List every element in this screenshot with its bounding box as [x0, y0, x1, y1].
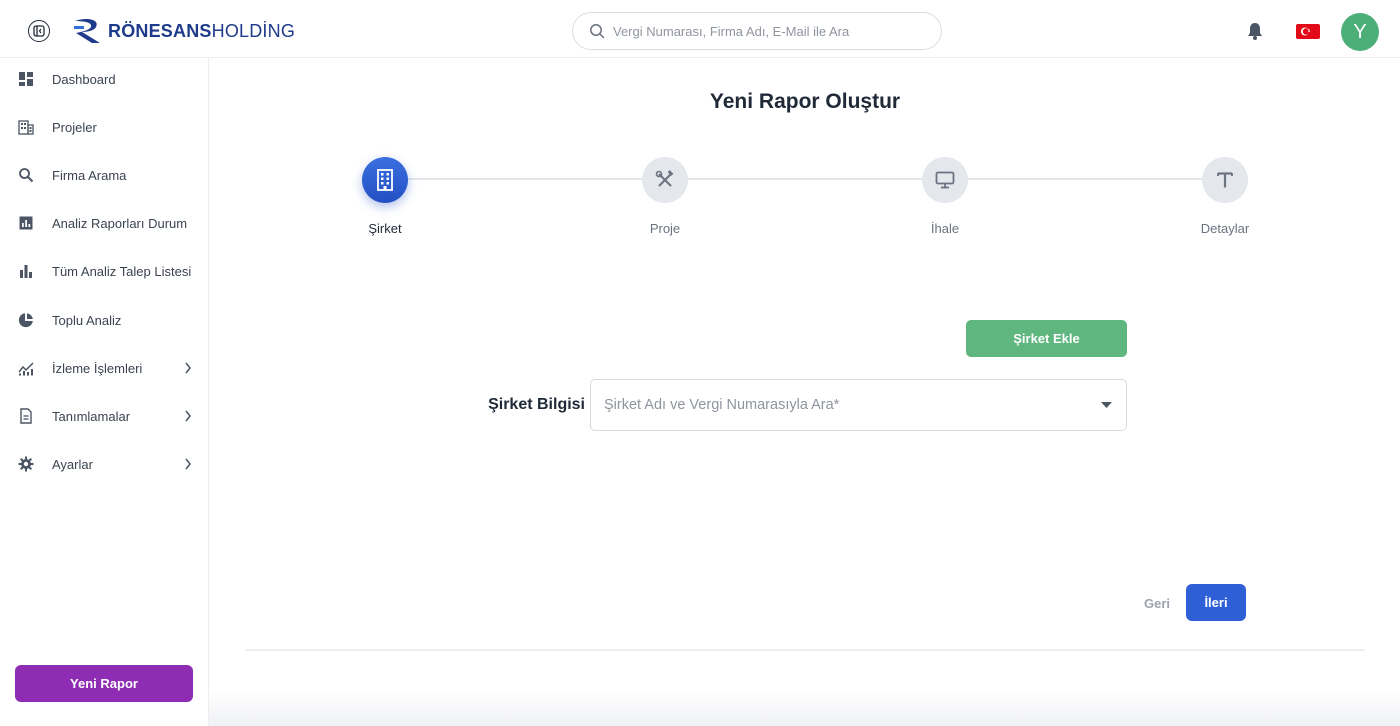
- notifications-button[interactable]: [1246, 21, 1264, 46]
- step-label-proje: Proje: [649, 221, 681, 236]
- search-icon: [590, 24, 605, 39]
- sidebar-item-toplu-analiz[interactable]: Toplu Analiz: [0, 300, 208, 340]
- sidebar-item-label: Tüm Analiz Talep Listesi: [52, 263, 192, 279]
- company-select-placeholder: Şirket Adı ve Vergi Numarasıyla Ara*: [604, 397, 840, 413]
- company-search-select[interactable]: Şirket Adı ve Vergi Numarasıyla Ara*: [590, 379, 1127, 431]
- document-icon: [20, 408, 32, 424]
- search-input[interactable]: [613, 23, 933, 39]
- search-icon: [19, 168, 34, 183]
- card-bottom-edge: [245, 649, 1365, 651]
- sidebar-item-label: Projeler: [52, 119, 97, 135]
- trend-chart-icon: [18, 362, 34, 376]
- step-label-ihale: İhale: [930, 221, 960, 236]
- sidebar-item-analiz-raporlari[interactable]: Analiz Raporları Durum: [0, 203, 208, 243]
- page-title: Yeni Rapor Oluştur: [709, 90, 901, 113]
- text-t-icon: [1217, 172, 1233, 188]
- new-report-button[interactable]: Yeni Rapor: [15, 665, 193, 702]
- next-button[interactable]: İleri: [1186, 584, 1246, 621]
- report-chart-icon: [19, 216, 33, 230]
- sidebar-item-izleme-islemleri[interactable]: İzleme İşlemleri: [0, 348, 208, 388]
- logo-mark-icon: [74, 19, 100, 43]
- sidebar-item-ayarlar[interactable]: Ayarlar: [0, 444, 208, 484]
- chevron-right-icon: [185, 362, 191, 374]
- step-detaylar[interactable]: [1202, 157, 1248, 203]
- sidebar-item-label: Dashboard: [52, 71, 116, 87]
- language-flag-button[interactable]: [1296, 24, 1320, 39]
- sidebar: Dashboard Projeler Firma Arama Analiz Ra…: [0, 58, 209, 726]
- step-proje[interactable]: [642, 157, 688, 203]
- turkey-flag-icon: [1301, 27, 1310, 36]
- step-label-detaylar: Detaylar: [1200, 221, 1250, 236]
- caret-down-icon: [1101, 402, 1112, 408]
- stepper-connector: [688, 178, 923, 180]
- top-header: RÖNESANSHOLDİNG Y: [0, 0, 1400, 58]
- sidebar-item-label: İzleme İşlemleri: [52, 360, 143, 376]
- dashboard-icon: [19, 72, 33, 86]
- global-search[interactable]: [572, 12, 942, 50]
- company-info-label: Şirket Bilgisi: [488, 396, 585, 413]
- back-button[interactable]: Geri: [1133, 588, 1181, 618]
- building-grid-icon: [18, 120, 34, 135]
- step-label-sirket: Şirket: [368, 221, 402, 236]
- building-icon: [377, 169, 393, 191]
- sidebar-item-label: Analiz Raporları Durum: [52, 215, 188, 231]
- step-ihale[interactable]: [922, 157, 968, 203]
- sidebar-item-dashboard[interactable]: Dashboard: [0, 59, 208, 99]
- chevron-right-icon: [185, 458, 191, 470]
- bell-icon: [1248, 23, 1262, 40]
- sidebar-collapse-button[interactable]: [28, 20, 50, 42]
- sidebar-item-label: Tanımlamalar: [52, 408, 131, 424]
- sidebar-item-tanimlamalar[interactable]: Tanımlamalar: [0, 396, 208, 436]
- tools-icon: [655, 170, 674, 187]
- sidebar-item-label: Ayarlar: [52, 456, 93, 472]
- sidebar-item-tum-analiz-talep[interactable]: Tüm Analiz Talep Listesi: [0, 251, 208, 291]
- chevron-right-icon: [185, 410, 191, 422]
- stepper-connector: [968, 178, 1203, 180]
- collapse-icon: [33, 25, 45, 37]
- bar-chart-icon: [20, 265, 32, 278]
- stepper-connector: [408, 178, 643, 180]
- add-company-button[interactable]: Şirket Ekle: [966, 320, 1127, 357]
- pie-chart-icon: [18, 313, 33, 328]
- sidebar-item-label: Toplu Analiz: [52, 312, 122, 328]
- company-logo[interactable]: RÖNESANSHOLDİNG: [72, 16, 295, 46]
- user-avatar[interactable]: Y: [1341, 13, 1379, 51]
- logo-text: RÖNESANSHOLDİNG: [108, 20, 296, 41]
- step-sirket[interactable]: [362, 157, 408, 203]
- sidebar-item-firma-arama[interactable]: Firma Arama: [0, 155, 208, 195]
- monitor-icon: [935, 171, 955, 189]
- sidebar-item-projeler[interactable]: Projeler: [0, 107, 208, 147]
- sidebar-item-label: Firma Arama: [52, 167, 127, 183]
- page-bottom-shade: [209, 690, 1400, 726]
- gear-icon: [18, 456, 34, 472]
